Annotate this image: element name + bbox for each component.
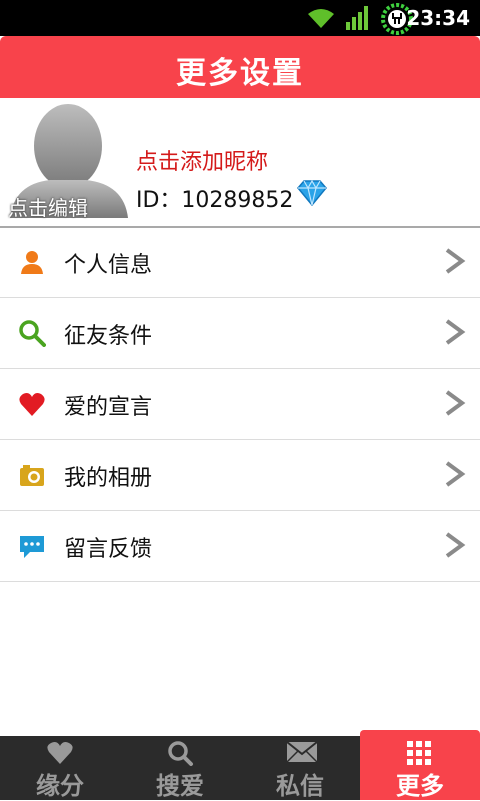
camera-icon: [20, 465, 44, 486]
tab-label: 缘分: [36, 772, 84, 800]
tab-label: 私信: [276, 772, 324, 800]
menu-item-label: 留言反馈: [64, 537, 153, 562]
status-bar: 23:34: [0, 0, 480, 36]
menu-item-label: 征友条件: [64, 324, 153, 349]
chevron-right-icon: [445, 532, 466, 558]
menu-item-partner-criteria[interactable]: 征友条件: [0, 298, 480, 369]
tab-search-love[interactable]: 搜爱: [120, 736, 240, 800]
menu-item-label: 我的相册: [64, 466, 153, 491]
menu-item-label: 个人信息: [64, 253, 153, 278]
chevron-right-icon: [445, 248, 466, 274]
avatar-edit-label[interactable]: 点击编辑: [8, 192, 88, 221]
tab-label: 搜爱: [156, 772, 204, 800]
title-bar: 更多设置: [0, 36, 480, 98]
chevron-right-icon: [445, 390, 466, 416]
wifi-icon: [308, 9, 334, 28]
tab-more[interactable]: 更多: [360, 730, 480, 800]
settings-menu: 个人信息 征友条件 爱的宣言 我的相册 留言反馈: [0, 227, 480, 582]
grid-icon: [407, 741, 431, 765]
menu-item-label: 爱的宣言: [64, 395, 153, 420]
avatar[interactable]: 点击编辑: [0, 98, 130, 221]
chevron-right-icon: [445, 319, 466, 345]
menu-item-personal-info[interactable]: 个人信息: [0, 227, 480, 298]
chat-bubble-icon: [20, 536, 44, 558]
status-time: 23:34: [406, 6, 470, 30]
add-nickname-link[interactable]: 点击添加昵称: [136, 144, 268, 176]
menu-item-love-declaration[interactable]: 爱的宣言: [0, 369, 480, 440]
signal-icon: [346, 6, 368, 30]
profile-section: 点击编辑 点击添加昵称 ID：10289852: [0, 98, 480, 228]
heart-icon: [19, 393, 45, 416]
magnifier-icon: [19, 320, 46, 347]
menu-item-feedback[interactable]: 留言反馈: [0, 511, 480, 582]
tab-label: 更多: [396, 772, 444, 800]
bottom-nav: 缘分 搜爱 私信 更多: [0, 730, 480, 800]
heart-icon: [47, 742, 73, 764]
page-title: 更多设置: [176, 56, 304, 91]
diamond-icon: [297, 180, 327, 206]
chevron-right-icon: [445, 461, 466, 487]
tab-fate[interactable]: 缘分: [0, 736, 120, 800]
user-id: ID：10289852: [136, 188, 294, 213]
tab-private-messages[interactable]: 私信: [240, 736, 360, 800]
menu-item-my-album[interactable]: 我的相册: [0, 440, 480, 511]
envelope-icon: [286, 741, 318, 763]
search-icon: [168, 741, 193, 766]
person-icon: [21, 251, 43, 274]
